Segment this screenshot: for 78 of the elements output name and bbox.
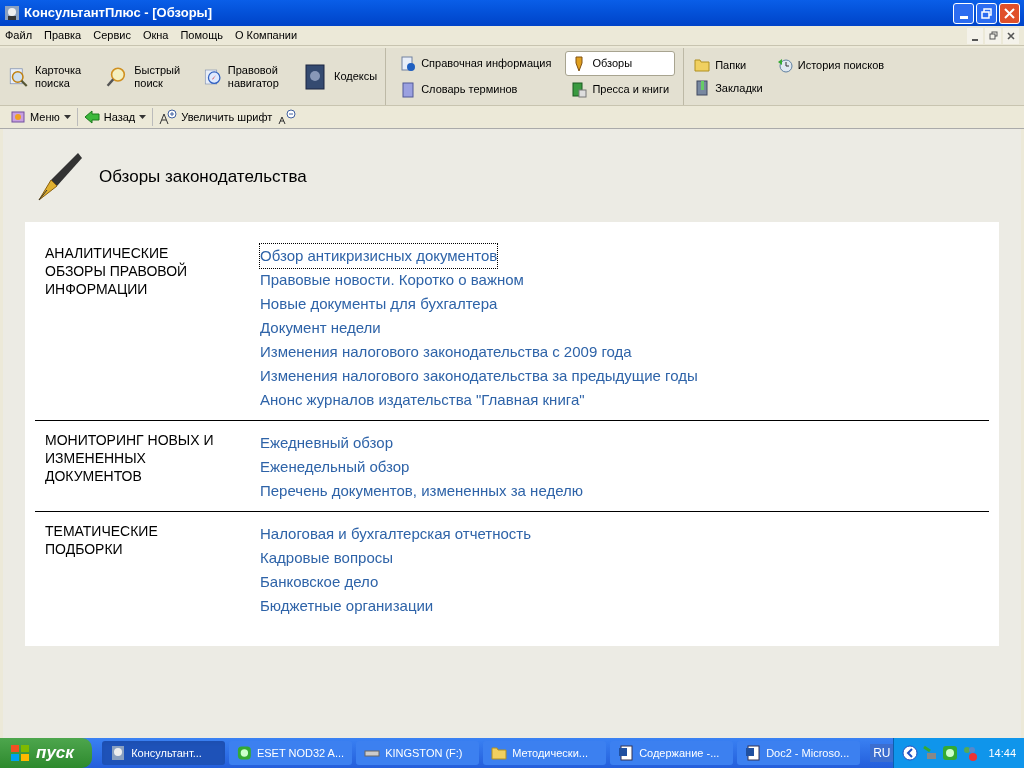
shield-icon[interactable] xyxy=(942,745,959,761)
link[interactable]: Бюджетные организации xyxy=(260,594,434,618)
menu-item[interactable]: Файл xyxy=(5,27,33,44)
caret-icon xyxy=(139,115,147,119)
restore-button[interactable] xyxy=(976,2,997,24)
toolbar-button[interactable]: Кодексы xyxy=(302,62,378,91)
toolbar-button[interactable]: Правовой навигатор xyxy=(204,62,294,91)
toolbar-button[interactable]: Закладки xyxy=(694,80,763,97)
nav-tab[interactable]: Справочная информация xyxy=(394,51,558,76)
toolbar-button[interactable]: Карточка поиска xyxy=(8,62,98,91)
toolbar-button[interactable]: История поисков xyxy=(776,56,885,73)
language-indicator[interactable]: RU xyxy=(870,744,894,762)
reduce-font-button[interactable] xyxy=(278,109,297,125)
start-button[interactable]: пуск xyxy=(0,738,93,768)
link[interactable]: Изменения налогового законодательства с 2009 года xyxy=(260,340,632,364)
back-button[interactable]: Назад xyxy=(83,108,147,126)
menu-item[interactable]: Правка xyxy=(44,27,82,44)
folder-icon xyxy=(491,745,508,761)
page-title: Обзоры законодательства xyxy=(99,166,307,189)
taskbar-button[interactable]: Методически... xyxy=(483,741,607,765)
toolbar-button[interactable]: Папки xyxy=(694,56,763,73)
book-icon xyxy=(302,62,328,91)
link[interactable]: Анонс журналов издательства "Главная книга" xyxy=(260,388,585,412)
menu-item[interactable]: Помощь xyxy=(180,27,223,44)
close-button[interactable] xyxy=(1003,27,1019,44)
link[interactable]: Перечень документов, измененных за неделю xyxy=(260,479,583,503)
back-arrow-icon xyxy=(83,110,100,124)
font-minus-icon xyxy=(278,109,297,125)
app-icon xyxy=(110,745,127,761)
taskbar-button[interactable]: KINGSTON (F:) xyxy=(356,741,480,765)
restore-icon xyxy=(988,31,998,40)
link[interactable]: Налоговая и бухгалтерская отчетность xyxy=(260,522,532,546)
taskbar-button[interactable]: ESET NOD32 A... xyxy=(229,741,353,765)
windows-logo-icon xyxy=(10,744,30,762)
document-icon xyxy=(745,745,762,761)
menu-item[interactable]: Сервис xyxy=(93,27,131,44)
section-title: МОНИТОРИНГ НОВЫХ И ИЗМЕНЕННЫХ ДОКУМЕНТОВ xyxy=(44,431,215,486)
enlarge-font-button[interactable]: Увеличить шрифт xyxy=(159,108,273,126)
link[interactable]: Банковское дело xyxy=(260,570,379,594)
window-title: КонсультантПлюс - [Обзоры] xyxy=(24,4,212,23)
taskbar-button[interactable]: Doc2 - Microso... xyxy=(737,741,861,765)
link[interactable]: Правовые новости. Коротко о важном xyxy=(260,268,524,292)
menu-item[interactable]: Окна xyxy=(142,27,169,44)
chevron-left-icon[interactable] xyxy=(902,745,919,761)
close-icon xyxy=(1004,7,1015,19)
toolbar-button[interactable]: Быстрый поиск xyxy=(106,62,196,91)
link[interactable]: Кадровые вопросы xyxy=(260,546,393,570)
menu-icon xyxy=(10,110,26,124)
menu-button[interactable]: Меню xyxy=(10,108,71,126)
menu-item[interactable]: О Компании xyxy=(234,27,298,44)
close-icon xyxy=(1007,31,1015,40)
nav-tab[interactable]: Словарь терминов xyxy=(394,77,558,102)
shield-icon xyxy=(237,745,252,761)
restore-icon xyxy=(981,7,992,19)
minimize-button[interactable] xyxy=(953,2,974,24)
link[interactable]: Ежедневный обзор xyxy=(260,431,393,455)
app-icon xyxy=(4,5,20,21)
font-plus-icon xyxy=(159,109,178,125)
book-page-icon xyxy=(571,81,588,98)
link[interactable]: Еженедельный обзор xyxy=(260,455,410,479)
minimize-button[interactable] xyxy=(967,27,983,44)
nav-tab[interactable]: Обзоры xyxy=(565,51,676,76)
link[interactable]: Новые документы для бухгалтера xyxy=(260,292,498,316)
section-title: ТЕМАТИЧЕСКИЕ ПОДБОРКИ xyxy=(44,522,159,559)
bookmark-book-icon xyxy=(694,80,711,97)
link[interactable]: Документ недели xyxy=(260,316,381,340)
taskbar-button[interactable]: Консультант... xyxy=(102,741,226,765)
nav-tab[interactable]: Пресса и книги xyxy=(565,77,676,102)
restore-button[interactable] xyxy=(985,27,1001,44)
taskbar-button[interactable]: Содержание -... xyxy=(610,741,734,765)
folder-icon xyxy=(694,56,711,73)
section-title: АНАЛИТИЧЕСКИЕ ОБЗОРЫ ПРАВОВОЙ ИНФОРМАЦИИ xyxy=(44,244,189,299)
link[interactable]: Обзор антикризисных документов xyxy=(260,244,498,268)
document-icon xyxy=(618,745,635,761)
clock: 14:44 xyxy=(988,745,1016,761)
caret-icon xyxy=(63,115,71,119)
close-button[interactable] xyxy=(999,2,1020,24)
link[interactable]: Изменения налогового законодательства за предыдущие годы xyxy=(260,364,698,388)
